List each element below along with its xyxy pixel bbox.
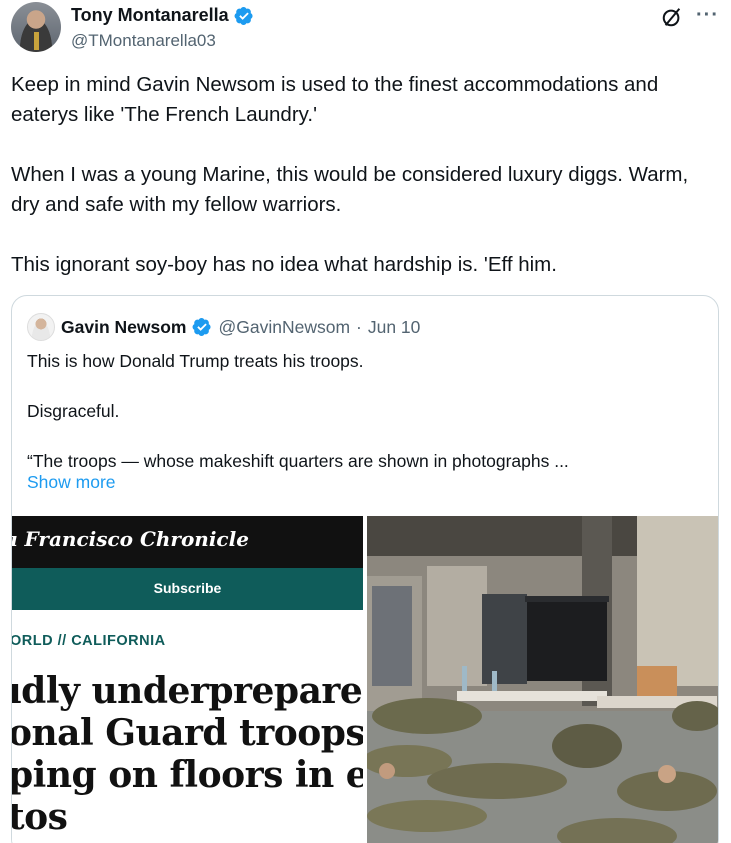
quoted-paragraph: “The troops — whose makeshift quarters a… [27,451,569,471]
quoted-header: Gavin Newsom @GavinNewsom · Jun 10 [27,313,420,341]
quoted-author-handle: @GavinNewsom [218,316,351,337]
post-header: Tony Montanarella @TMontanarella03 ··· [11,2,723,54]
post-paragraph: When I was a young Marine, this would be… [11,163,689,216]
quoted-author-name: Gavin Newsom [61,316,187,337]
section-label: ORLD // CALIFORNIA [12,633,166,649]
headline-line: ıdly underprepared’: [12,670,363,712]
post-paragraph: This ignorant soy-boy has no idea what h… [11,253,557,276]
troops-photo-illustration [367,516,718,843]
troops-photo-image[interactable] [367,516,718,843]
quoted-paragraph: This is how Donald Trump treats his troo… [27,351,364,371]
article-headline: ıdly underprepared’: onal Guard troops s… [12,670,363,838]
more-options-icon[interactable]: ··· [696,4,719,27]
subscribe-bar: Subscribe [12,568,363,610]
author-handle[interactable]: @TMontanarella03 [71,31,216,51]
quoted-post[interactable]: Gavin Newsom @GavinNewsom · Jun 10 This … [11,295,719,843]
masthead-bar: ı Francisco Chronicle [12,516,363,568]
post-paragraph: Keep in mind Gavin Newsom is used to the… [11,73,659,126]
post-text: Keep in mind Gavin Newsom is used to the… [11,70,716,280]
show-more-link[interactable]: Show more [27,472,116,493]
grok-icon[interactable] [661,6,683,28]
author-avatar[interactable] [11,2,61,52]
verified-badge-icon [234,6,253,25]
quoted-paragraph: Disgraceful. [27,401,120,421]
author-name-row: Tony Montanarella [71,5,254,26]
meta-separator: · [356,316,362,337]
author-name[interactable]: Tony Montanarella [71,5,229,26]
quoted-text: This is how Donald Trump treats his troo… [27,349,707,474]
verified-badge-icon [193,318,212,336]
quoted-date[interactable]: Jun 10 [368,317,421,338]
subscribe-label: Subscribe [153,580,222,596]
quoted-avatar [27,313,55,341]
masthead-title: ı Francisco Chronicle [12,527,249,551]
newspaper-screenshot-image[interactable]: ı Francisco Chronicle Subscribe ORLD // … [12,516,363,843]
headline-line: tos [12,796,68,838]
headline-line: ping on floors in exclus [12,754,363,796]
headline-line: onal Guard troops see [12,712,363,754]
